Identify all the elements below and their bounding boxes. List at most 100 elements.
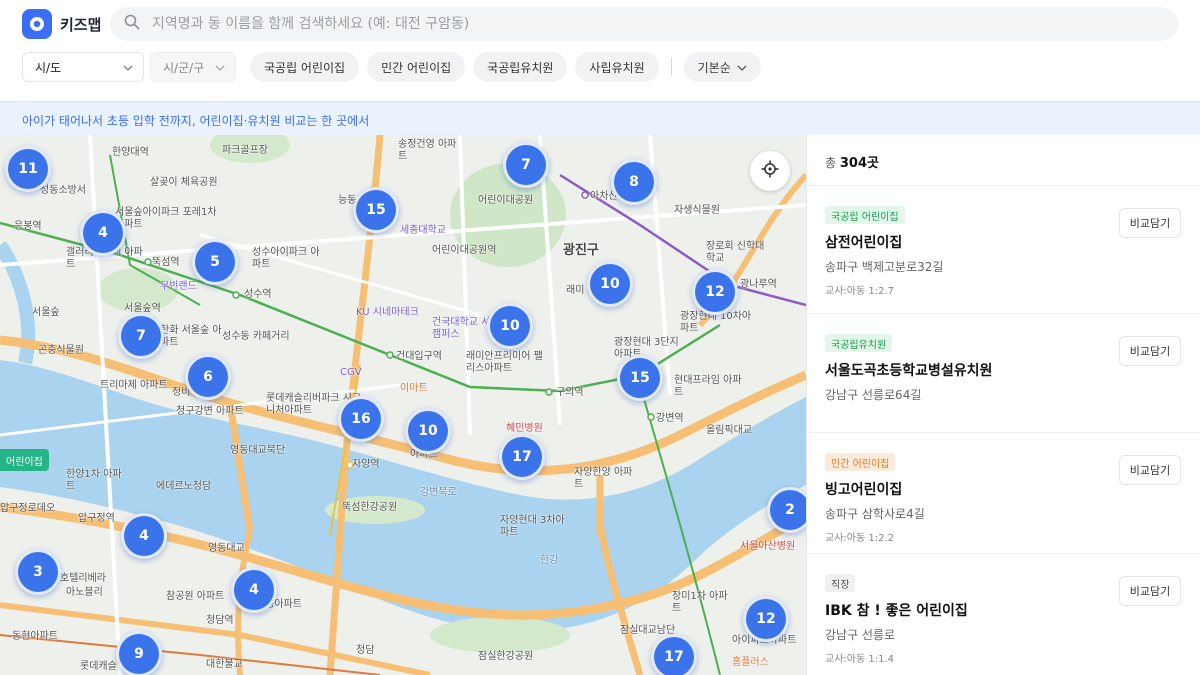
filter-chip-private-daycare[interactable]: 민간 어린이집: [367, 52, 466, 82]
map-label: 강변역: [656, 413, 684, 424]
district-label: 광진구: [563, 243, 599, 258]
map-view[interactable]: 한양대역 성동소방서 살곶이 체육공원 응봉역 서울숲아이파크 포레1차아파트 …: [0, 135, 806, 675]
map-label: 파크골프장: [222, 145, 268, 156]
current-location-button[interactable]: [750, 151, 790, 191]
map-label: 서울숲: [32, 307, 60, 318]
cluster-marker[interactable]: 4: [80, 210, 126, 256]
facility-address: 강남구 선릉로64길: [825, 388, 922, 402]
cluster-marker[interactable]: 17: [499, 434, 545, 480]
map-label: 트리마제 아파트: [100, 380, 168, 391]
facility-list-item[interactable]: 직장 IBK 참 ! 좋은 어린이집 강남구 선릉로 교사:아동 1:1.4 비…: [807, 553, 1200, 675]
map-label: 아노블리: [66, 587, 103, 598]
facility-type-badge: 직장: [825, 574, 856, 592]
map-label: 자생식물원: [674, 205, 720, 216]
map-label: 동현아파트: [12, 631, 58, 642]
filter-chip-public-kinder[interactable]: 국공립유치원: [473, 52, 568, 82]
result-count-value: 304곳: [839, 156, 879, 171]
cluster-marker[interactable]: 15: [617, 355, 663, 401]
chevron-down-icon: [123, 60, 133, 74]
cluster-marker[interactable]: 10: [487, 303, 533, 349]
info-banner: 아이가 태어나서 초등 입학 전까지, 어린이집·유치원 비교는 한 곳에서: [0, 101, 1200, 135]
map-label: 건대입구역: [396, 351, 442, 362]
map-label: 현대프라임 아파트: [674, 375, 742, 398]
map-label: 곤충식물원: [38, 345, 84, 356]
cluster-marker[interactable]: 6: [185, 354, 231, 400]
sort-select-label: 기본순: [697, 60, 731, 75]
compare-button[interactable]: 비교담기: [1119, 336, 1181, 366]
app-logo[interactable]: 키즈맵: [22, 9, 101, 39]
cluster-marker[interactable]: 4: [121, 513, 167, 559]
cluster-marker[interactable]: 3: [15, 549, 61, 595]
map-label: 잠실한강공원: [478, 651, 534, 662]
facility-address: 송파구 삼학사로4길: [825, 507, 925, 521]
map-label: 래미안프리미어 팰리스아파트: [466, 351, 543, 374]
map-label: 서울숲아이파크 포레1차아파트: [115, 207, 217, 230]
facility-name: IBK 참 ! 좋은 어린이집: [825, 603, 968, 619]
map-label: 구의역: [556, 387, 584, 398]
map-label: 영동대교: [208, 543, 245, 554]
sigungu-select-label: 시/군/구: [163, 60, 205, 75]
facility-address: 강남구 선릉로: [825, 628, 896, 642]
map-label: 호텔리베라: [60, 573, 106, 584]
filter-bar: 시/도 시/군/구 국공립 어린이집 민간 어린이집 국공립유치원 사립유치원 …: [22, 52, 761, 82]
map-label: 송정건영 아파트: [398, 139, 457, 162]
sigungu-select[interactable]: 시/군/구: [150, 52, 236, 82]
map-label: 청구강변 아파트: [176, 406, 244, 417]
cluster-marker[interactable]: 7: [118, 313, 164, 359]
map-label: 살곶이 체육공원: [150, 177, 218, 188]
cluster-marker[interactable]: 11: [5, 146, 51, 192]
map-label: 응봉역: [14, 221, 42, 232]
facility-list-item[interactable]: 민간 어린이집 빙고어린이집 송파구 삼학사로4길 교사:아동 1:2.2 비교…: [807, 432, 1200, 560]
facility-list-item[interactable]: 국공립유치원 서울도곡초등학교병설유치원 강남구 선릉로64길 비교담기: [807, 313, 1200, 441]
sido-select[interactable]: 시/도: [22, 52, 144, 82]
sido-select-label: 시/도: [35, 60, 62, 75]
cluster-marker[interactable]: 2: [767, 487, 806, 533]
facility-list-item[interactable]: 국공립 어린이집 삼전어린이집 송파구 백제고분로32길 교사:아동 1:2.7…: [807, 185, 1200, 313]
map-label: 자양역: [352, 459, 380, 470]
map-label: 압구정역: [78, 513, 115, 524]
map-label: 압구정로데오: [0, 503, 56, 514]
chevron-down-icon: [215, 60, 225, 74]
sort-select[interactable]: 기본순: [683, 52, 761, 82]
search-bar[interactable]: [110, 7, 1178, 41]
facility-ratio: 교사:아동 1:2.7: [825, 286, 894, 297]
cluster-marker[interactable]: 15: [353, 187, 399, 233]
cluster-marker[interactable]: 16: [338, 396, 384, 442]
map-label: 광나루역: [740, 279, 777, 290]
compare-button[interactable]: 비교담기: [1119, 455, 1181, 485]
cluster-marker[interactable]: 5: [192, 239, 238, 285]
facility-type-badge: 국공립 어린이집: [825, 206, 905, 224]
cluster-marker[interactable]: 9: [116, 631, 162, 675]
facility-address: 송파구 백제고분로32길: [825, 260, 944, 274]
map-label: 성수동 카페거리: [222, 331, 290, 342]
map-label: 무빈랜드: [160, 281, 197, 292]
result-count: 총 304곳: [825, 152, 879, 171]
map-label: 에데르노청담: [156, 481, 212, 492]
cluster-marker[interactable]: 10: [587, 261, 633, 307]
compare-button[interactable]: 비교담기: [1119, 208, 1181, 238]
map-label: 롯데캐슬: [80, 661, 117, 672]
map-label: 성수아이파크 아파트: [252, 247, 320, 270]
cluster-marker[interactable]: 4: [231, 567, 277, 613]
map-label: 강변북로: [420, 487, 457, 498]
filter-chip-private-kinder[interactable]: 사립유치원: [575, 52, 659, 82]
search-input[interactable]: [152, 16, 1052, 32]
map-label: 성수역: [244, 289, 272, 300]
facility-ratio: 교사:아동 1:2.2: [825, 533, 894, 544]
cluster-marker[interactable]: 8: [611, 159, 657, 205]
map-edge-tag[interactable]: 어린이집: [0, 449, 49, 471]
cluster-marker[interactable]: 12: [692, 269, 738, 315]
map-label: 영동대교북단: [230, 445, 286, 456]
map-label: 세종대학교: [400, 225, 446, 236]
cluster-marker[interactable]: 17: [651, 634, 697, 675]
map-label: KU 시네마테크: [356, 307, 419, 318]
cluster-marker[interactable]: 7: [503, 142, 549, 188]
app-name: 키즈맵: [60, 15, 102, 34]
map-label: 올림픽대교: [706, 425, 752, 436]
compare-button[interactable]: 비교담기: [1119, 576, 1181, 606]
facility-type-badge: 민간 어린이집: [825, 453, 896, 471]
cluster-marker[interactable]: 12: [743, 596, 789, 642]
cluster-marker[interactable]: 10: [405, 408, 451, 454]
facility-ratio: 교사:아동 1:1.4: [825, 654, 894, 665]
filter-chip-public-daycare[interactable]: 국공립 어린이집: [250, 52, 360, 82]
